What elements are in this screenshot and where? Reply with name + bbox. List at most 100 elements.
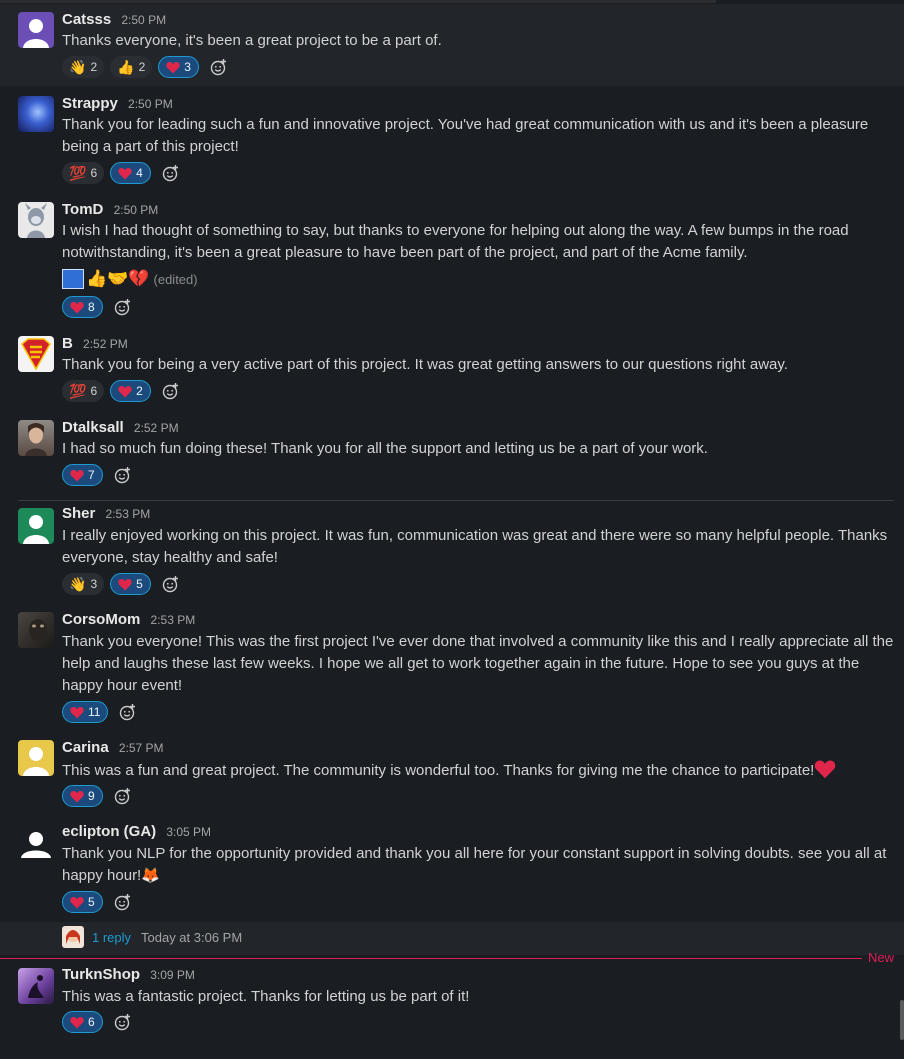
message-item[interactable]: CorsoMom 2:53 PM Thank you everyone! Thi…: [0, 606, 904, 728]
avatar[interactable]: [18, 740, 54, 776]
thumbs-up-icon: 👍: [117, 59, 135, 75]
reaction-count: 4: [136, 166, 143, 180]
heart-icon: [70, 790, 84, 802]
add-emoji-icon: [162, 383, 178, 400]
author-name[interactable]: TurknShop: [62, 966, 140, 983]
avatar[interactable]: [18, 336, 54, 372]
reaction-heart[interactable]: 5: [62, 891, 103, 913]
message-item[interactable]: Strappy 2:50 PM Thank you for leading su…: [0, 88, 904, 188]
timestamp[interactable]: 3:09 PM: [150, 968, 195, 982]
reaction-wave[interactable]: 👋 3: [62, 573, 105, 595]
reaction-bar: 8: [62, 295, 137, 319]
add-reaction-button[interactable]: [157, 162, 185, 184]
timestamp[interactable]: 2:50 PM: [121, 13, 166, 27]
add-emoji-icon: [114, 788, 130, 805]
message-header: B 2:52 PM: [62, 335, 128, 352]
reaction-heart[interactable]: 2: [110, 380, 151, 402]
heart-icon: [118, 578, 132, 590]
message-item[interactable]: TurknShop 3:09 PM This was a fantastic p…: [0, 960, 904, 1040]
author-name[interactable]: eclipton (GA): [62, 823, 156, 840]
avatar[interactable]: [18, 826, 54, 862]
edited-label: (edited): [153, 271, 198, 287]
author-name[interactable]: Dtalksall: [62, 419, 124, 436]
message-header: TurknShop 3:09 PM: [62, 966, 195, 983]
wave-icon: 👋: [69, 59, 87, 75]
message-item[interactable]: B 2:52 PM Thank you for being a very act…: [0, 328, 904, 406]
add-reaction-button[interactable]: [109, 891, 137, 913]
add-reaction-button[interactable]: [157, 573, 185, 595]
avatar[interactable]: [18, 96, 54, 132]
reaction-100[interactable]: 💯 6: [62, 162, 105, 184]
message-item[interactable]: Catsss 2:50 PM Thanks everyone, it's bee…: [0, 4, 904, 86]
add-reaction-button[interactable]: [109, 296, 137, 318]
message-item[interactable]: Carina 2:57 PM This was a fun and great …: [0, 734, 904, 812]
timestamp[interactable]: 2:57 PM: [119, 741, 164, 755]
add-reaction-button[interactable]: [114, 701, 142, 723]
reaction-heart[interactable]: 6: [62, 1011, 103, 1033]
reaction-thumbsup[interactable]: 👍 2: [110, 56, 153, 78]
author-name[interactable]: Catsss: [62, 11, 111, 28]
reaction-count: 6: [88, 1015, 95, 1029]
reaction-heart[interactable]: 5: [110, 573, 151, 595]
reaction-100[interactable]: 💯 6: [62, 380, 105, 402]
timestamp[interactable]: 2:50 PM: [114, 203, 159, 217]
timestamp[interactable]: 2:53 PM: [151, 613, 196, 627]
message-item[interactable]: eclipton (GA) 3:05 PM Thank you NLP for …: [0, 818, 904, 920]
add-emoji-icon: [162, 165, 178, 182]
reaction-heart[interactable]: 7: [62, 464, 103, 486]
avatar[interactable]: [18, 612, 54, 648]
scrollbar-thumb[interactable]: [900, 1000, 904, 1040]
avatar[interactable]: [18, 968, 54, 1004]
message-text: Thanks everyone, it's been a great proje…: [62, 32, 442, 49]
reaction-heart[interactable]: 8: [62, 296, 103, 318]
heart-icon: [118, 167, 132, 179]
add-reaction-button[interactable]: [109, 1011, 137, 1033]
timestamp[interactable]: 3:05 PM: [166, 825, 211, 839]
heart-icon: [70, 896, 84, 908]
reaction-heart[interactable]: 3: [158, 56, 199, 78]
author-name[interactable]: TomD: [62, 201, 103, 218]
add-emoji-icon: [114, 467, 130, 484]
add-reaction-button[interactable]: [157, 380, 185, 402]
timestamp[interactable]: 2:52 PM: [134, 421, 179, 435]
add-emoji-icon: [114, 299, 130, 316]
message-header: Catsss 2:50 PM: [62, 11, 166, 28]
top-divider: [0, 0, 716, 3]
avatar[interactable]: [18, 420, 54, 456]
message-item[interactable]: Dtalksall 2:52 PM I had so much fun doin…: [0, 412, 904, 490]
heart-icon: [70, 469, 84, 481]
avatar[interactable]: [18, 508, 54, 544]
timestamp[interactable]: 2:50 PM: [128, 97, 173, 111]
thread-reply-count[interactable]: 1 reply: [92, 930, 131, 945]
reaction-wave[interactable]: 👋 2: [62, 56, 105, 78]
message-item[interactable]: TomD 2:50 PM I wish I had thought of som…: [0, 194, 904, 322]
reaction-bar: 💯 6 2: [62, 379, 185, 403]
reaction-count: 6: [90, 384, 98, 398]
message-text: I wish I had thought of something to say…: [62, 222, 849, 261]
add-reaction-button[interactable]: [109, 464, 137, 486]
message-body: This was a fun and great project. The co…: [62, 762, 815, 779]
reaction-heart[interactable]: 11: [62, 701, 109, 723]
message-text: This was a fun and great project. The co…: [62, 759, 898, 782]
add-reaction-button[interactable]: [109, 785, 137, 807]
author-name[interactable]: Carina: [62, 739, 109, 756]
avatar[interactable]: [18, 12, 54, 48]
add-emoji-icon: [114, 1014, 130, 1031]
author-name[interactable]: Strappy: [62, 95, 118, 112]
timestamp[interactable]: 2:52 PM: [83, 337, 128, 351]
message-header: CorsoMom 2:53 PM: [62, 611, 195, 628]
reaction-heart[interactable]: 4: [110, 162, 151, 184]
author-name[interactable]: Sher: [62, 505, 95, 522]
timestamp[interactable]: 2:53 PM: [106, 507, 151, 521]
author-name[interactable]: B: [62, 335, 73, 352]
avatar[interactable]: [18, 202, 54, 238]
new-messages-divider: [0, 958, 862, 959]
reaction-heart[interactable]: 9: [62, 785, 103, 807]
message-item[interactable]: Sher 2:53 PM I really enjoyed working on…: [0, 500, 904, 600]
inline-emoji: 👍🤝💔: [86, 269, 150, 288]
heart-icon: [70, 706, 84, 718]
thread-replies-bar[interactable]: [0, 922, 904, 955]
author-name[interactable]: CorsoMom: [62, 611, 140, 628]
message-text: I really enjoyed working on this project…: [62, 527, 888, 566]
add-reaction-button[interactable]: [205, 56, 233, 78]
